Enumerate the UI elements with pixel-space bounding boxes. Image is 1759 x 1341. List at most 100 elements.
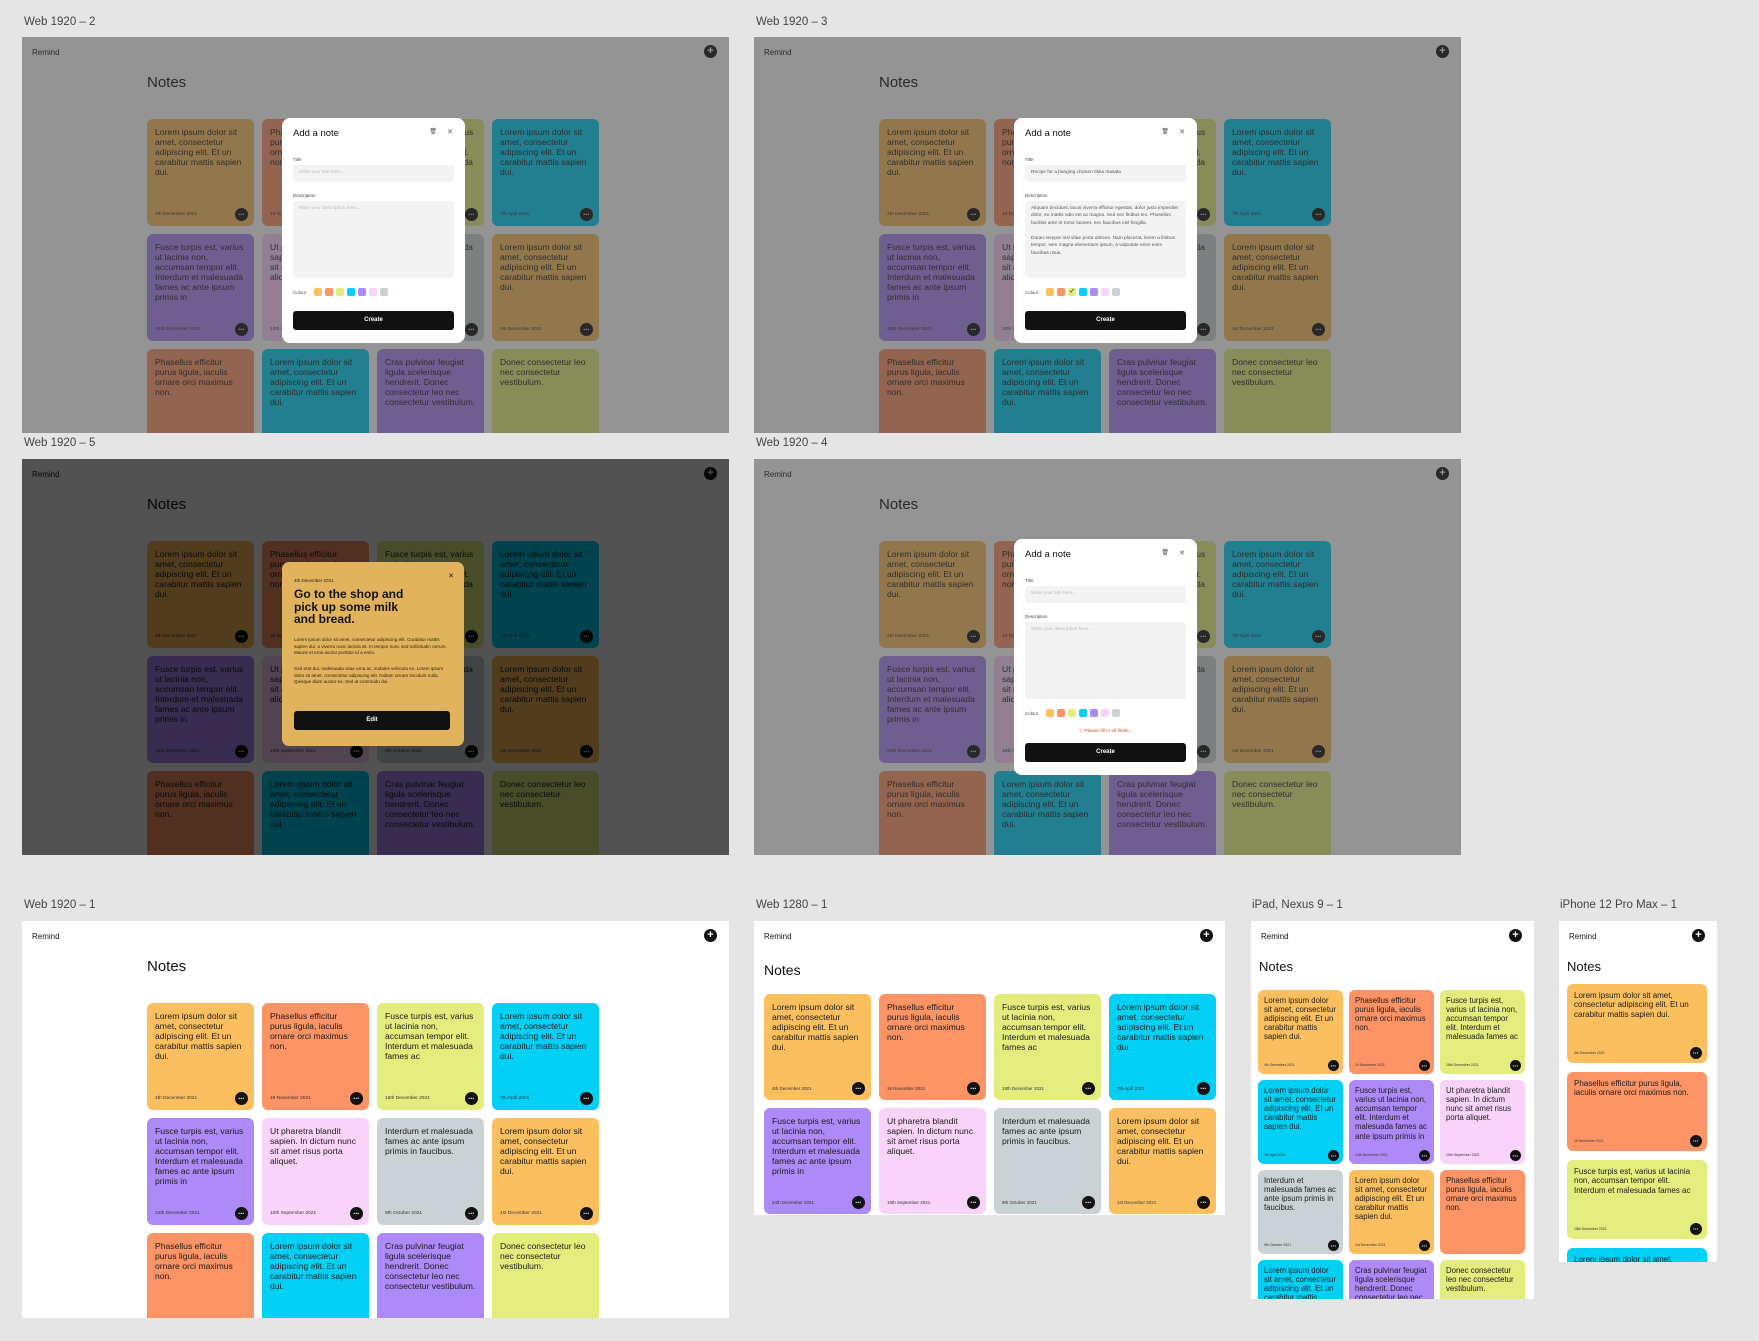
note-card[interactable]: Lorem ipsum dolor sit amet, consectetur … (1258, 990, 1343, 1074)
note-card[interactable]: Donec consectetur leo nec consectetur ve… (492, 1233, 599, 1318)
note-more-button[interactable]: ••• (1419, 1060, 1430, 1071)
note-more-button[interactable]: ••• (1328, 1060, 1339, 1071)
note-more-button[interactable]: ••• (235, 1207, 248, 1220)
note-more-button[interactable]: ••• (852, 1082, 865, 1095)
colour-swatch[interactable]: ✓ (1068, 288, 1077, 296)
add-note-button[interactable]: + (1200, 929, 1213, 942)
note-card[interactable]: Interdum et malesuada fames ac ante ipsu… (377, 1118, 484, 1225)
note-card[interactable]: Donec consectetur leo nec consectetur ve… (1440, 1260, 1525, 1299)
trash-icon[interactable]: 🗑 (429, 128, 437, 135)
note-card[interactable]: Fusce turpis est, varius ut lacinia non,… (1440, 990, 1525, 1074)
add-note-button[interactable]: + (1692, 929, 1705, 942)
note-more-button[interactable]: ••• (1328, 1240, 1339, 1251)
note-card[interactable]: Phasellus efficitur purus ligula, iaculi… (879, 994, 986, 1100)
create-button[interactable]: Create (293, 311, 454, 330)
colour-swatch[interactable] (358, 288, 367, 296)
note-card[interactable]: Fusce turpis est, varius ut lacinia non,… (377, 1003, 484, 1110)
trash-icon[interactable]: 🗑 (1161, 549, 1169, 556)
note-more-button[interactable]: ••• (1690, 1135, 1702, 1147)
add-note-button[interactable]: + (1509, 929, 1522, 942)
colour-swatch[interactable] (347, 288, 356, 296)
note-more-button[interactable]: ••• (580, 1092, 593, 1105)
note-card[interactable]: Phasellus efficitur purus ligula, iaculi… (1440, 1170, 1525, 1254)
colour-swatch[interactable] (380, 288, 389, 296)
note-card[interactable]: Lorem ipsum dolor sit amet, consectetur … (1109, 994, 1216, 1100)
description-input[interactable]: Write your description here... (293, 201, 454, 278)
colour-swatch[interactable] (1079, 288, 1088, 296)
note-more-button[interactable]: ••• (1328, 1150, 1339, 1161)
colour-swatch[interactable] (1046, 288, 1055, 296)
edit-button[interactable]: Edit (294, 711, 450, 730)
note-card[interactable]: Lorem ipsum dolor sit amet, consectetur … (1109, 1108, 1216, 1214)
note-card[interactable]: Lorem ipsum dolor sit amet, consectetur … (1567, 1248, 1707, 1262)
note-card[interactable]: Fusce turpis est, varius ut lacinia non,… (147, 1118, 254, 1225)
note-card[interactable]: Lorem ipsum dolor sit amet, consectetur … (1567, 984, 1707, 1063)
title-input[interactable]: Write your title here... (293, 165, 454, 182)
note-more-button[interactable]: ••• (465, 1207, 478, 1220)
note-more-button[interactable]: ••• (1197, 1082, 1210, 1095)
colour-swatch[interactable] (1090, 709, 1099, 717)
note-card[interactable]: Interdum et malesuada fames ac ante ipsu… (994, 1108, 1101, 1214)
colour-swatch[interactable] (1046, 709, 1055, 717)
note-card[interactable]: Lorem ipsum dolor sit amet, consectetur … (492, 1003, 599, 1110)
note-card[interactable]: Phasellus efficitur purus ligula, iaculi… (147, 1233, 254, 1318)
colour-swatch[interactable] (314, 288, 323, 296)
description-input[interactable]: Aliquam tincidunt, lacus viverra efficit… (1025, 201, 1186, 278)
note-card[interactable]: Lorem ipsum dolor sit amet, consectetur … (764, 994, 871, 1100)
note-card[interactable]: Ut pharetra blandit sapien. In dictum nu… (879, 1108, 986, 1214)
note-card[interactable]: Fusce turpis est, varius ut lacinia non,… (994, 994, 1101, 1100)
note-more-button[interactable]: ••• (1419, 1150, 1430, 1161)
close-icon[interactable]: ✕ (1179, 128, 1185, 136)
note-card[interactable]: Interdum et malesuada fames ac ante ipsu… (1258, 1170, 1343, 1254)
create-button[interactable]: Create (1025, 311, 1186, 330)
note-card[interactable]: Lorem ipsum dolor sit amet, consectetur … (262, 1233, 369, 1318)
note-more-button[interactable]: ••• (235, 1092, 248, 1105)
colour-swatch[interactable] (1101, 288, 1110, 296)
note-more-button[interactable]: ••• (1510, 1150, 1521, 1161)
title-input[interactable]: Recipe for a banging chicken tikka masal… (1025, 165, 1186, 182)
close-icon[interactable]: ✕ (448, 572, 454, 580)
colour-swatch[interactable] (1068, 709, 1077, 717)
note-card[interactable]: Fusce turpis est, varius ut lacinia non,… (1349, 1080, 1434, 1164)
note-more-button[interactable]: ••• (1690, 1047, 1702, 1059)
close-icon[interactable]: ✕ (1179, 549, 1185, 557)
colour-swatch[interactable] (1112, 288, 1121, 296)
note-more-button[interactable]: ••• (1690, 1223, 1702, 1235)
note-card[interactable]: Lorem ipsum dolor sit amet, consectetur … (1349, 1170, 1434, 1254)
colour-swatch[interactable] (1079, 709, 1088, 717)
note-card[interactable]: Lorem ipsum dolor sit amet, consectetur … (147, 1003, 254, 1110)
note-more-button[interactable]: ••• (1510, 1060, 1521, 1071)
note-card[interactable]: Phasellus efficitur purus ligula, iaculi… (1567, 1072, 1707, 1151)
note-card[interactable]: Lorem ipsum dolor sit amet, consectetur … (1258, 1080, 1343, 1164)
add-note-button[interactable]: + (704, 929, 717, 942)
colour-swatch[interactable] (336, 288, 345, 296)
note-more-button[interactable]: ••• (580, 1207, 593, 1220)
close-icon[interactable]: ✕ (447, 128, 453, 136)
colour-swatch[interactable] (369, 288, 378, 296)
description-input[interactable]: Write your description here... (1025, 622, 1186, 699)
note-more-button[interactable]: ••• (1082, 1082, 1095, 1095)
colour-swatch[interactable] (1112, 709, 1121, 717)
note-more-button[interactable]: ••• (1082, 1196, 1095, 1209)
note-more-button[interactable]: ••• (967, 1196, 980, 1209)
create-button[interactable]: Create (1025, 743, 1186, 762)
note-card[interactable]: Lorem ipsum dolor sit amet, consectetur … (492, 1118, 599, 1225)
note-more-button[interactable]: ••• (350, 1092, 363, 1105)
note-card[interactable]: Ut pharetra blandit sapien. In dictum nu… (262, 1118, 369, 1225)
note-card[interactable]: Phasellus efficitur purus ligula, iaculi… (262, 1003, 369, 1110)
colour-swatch[interactable] (1090, 288, 1099, 296)
note-more-button[interactable]: ••• (465, 1092, 478, 1105)
trash-icon[interactable]: 🗑 (1161, 128, 1169, 135)
note-card[interactable]: Fusce turpis est, varius ut lacinia non,… (764, 1108, 871, 1214)
note-more-button[interactable]: ••• (1197, 1196, 1210, 1209)
colour-swatch[interactable] (325, 288, 334, 296)
note-card[interactable]: Fusce turpis est, varius ut lacinia non,… (1567, 1160, 1707, 1239)
title-input[interactable]: Write your title here... (1025, 586, 1186, 603)
colour-swatch[interactable] (1101, 709, 1110, 717)
note-card[interactable]: Ut pharetra blandit sapien. In dictum nu… (1440, 1080, 1525, 1164)
note-card[interactable]: Cras pulvinar feugiat ligula scelerisque… (377, 1233, 484, 1318)
note-card[interactable]: Lorem ipsum dolor sit amet, consectetur … (1258, 1260, 1343, 1299)
note-more-button[interactable]: ••• (852, 1196, 865, 1209)
colour-swatch[interactable] (1057, 709, 1066, 717)
note-more-button[interactable]: ••• (350, 1207, 363, 1220)
